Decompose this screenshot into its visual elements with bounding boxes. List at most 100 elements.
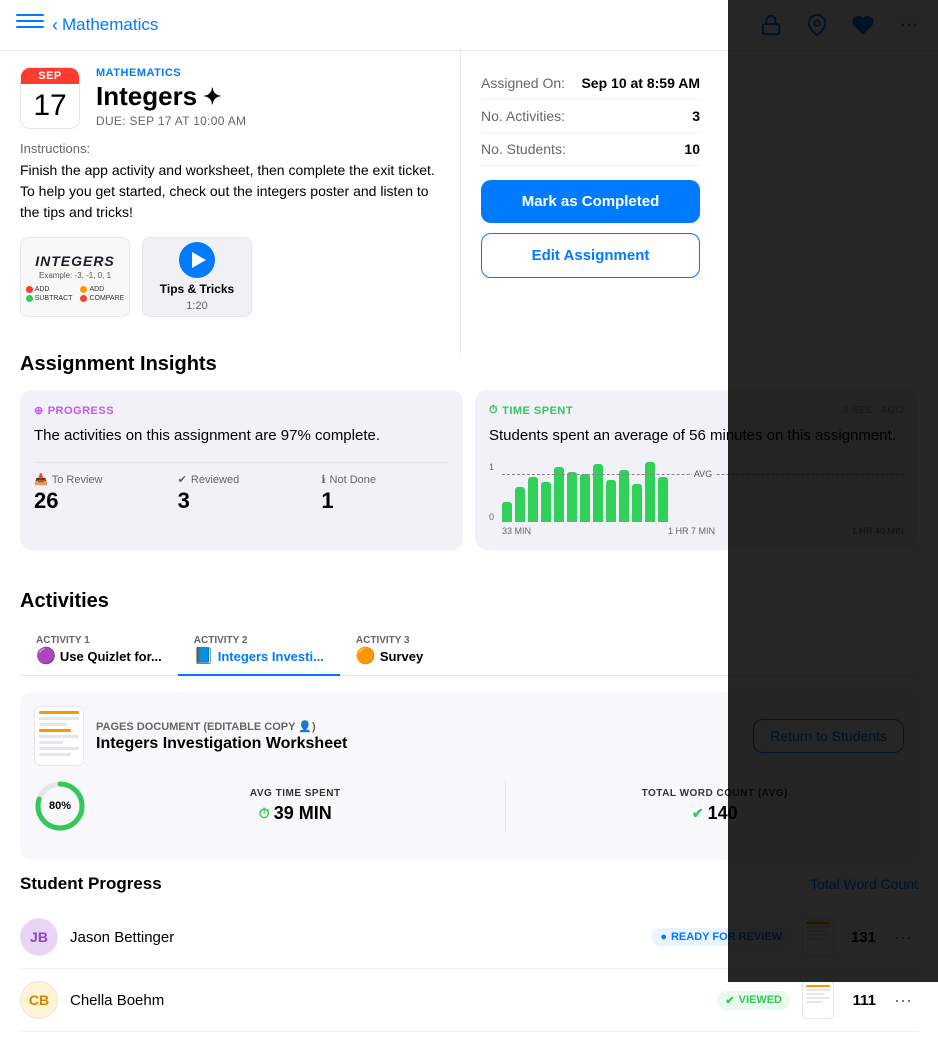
not-done-label: ℹ Not Done [321,473,449,486]
progress-ring: 80% [34,780,86,832]
play-button[interactable] [179,242,215,278]
back-button[interactable]: ‹ Mathematics [52,15,158,36]
chevron-left-icon: ‹ [52,15,58,36]
avg-line: AVG [502,474,904,479]
assignment-header: SEP 17 MATHEMATICS Integers ✦ DUE: SEP 1… [20,67,440,129]
tab1-number: ACTIVITY 1 [36,635,90,646]
avg-time-value: ⏱ 39 MIN [106,803,485,824]
assignment-info: MATHEMATICS Integers ✦ DUE: SEP 17 AT 10… [96,67,440,128]
activity-detail-header: PAGES DOCUMENT (EDITABLE COPY 👤) Integer… [34,706,904,766]
activity-detail-info: PAGES DOCUMENT (EDITABLE COPY 👤) Integer… [96,720,741,753]
activity-type: PAGES DOCUMENT (EDITABLE COPY 👤) [96,720,741,733]
attachments: INTEGERS Example: -3, -1, 0, 1 ADD [20,237,440,317]
bar-4 [541,482,551,522]
attachment-tips-tricks[interactable]: Tips & Tricks 1:20 [142,237,252,317]
heart-icon[interactable] [850,12,876,38]
tab3-name: Survey [380,649,423,664]
bar-8 [593,464,603,522]
checkmark-icon: ✔ [692,805,704,822]
stat-reviewed: ✔ Reviewed 3 [178,473,306,514]
time-card-text: Students spent an average of 56 minutes … [489,425,904,446]
time-card-label: ⏱ TIME SPENT 3 sec. ago [489,404,904,417]
video-duration: 1:20 [186,300,207,312]
pin-icon[interactable] [804,12,830,38]
activity-name: Integers Investigation Worksheet [96,735,741,753]
student-name-1: Jason Bettinger [70,929,640,946]
student-name-2: Chella Boehm [70,992,705,1009]
reviewed-label: ✔ Reviewed [178,473,306,486]
activity-tab-1[interactable]: ACTIVITY 1 🟣 Use Quizlet for... [20,627,178,675]
activity-stats: 80% AVG TIME SPENT ⏱ 39 MIN TOTAL WORD C… [34,780,904,832]
bar-9 [606,480,616,522]
sidebar-toggle[interactable] [16,14,44,36]
student-row-1: JB Jason Bettinger ● READY FOR REVIEW [20,906,918,969]
chart-x-axis: 33 MIN 1 HR 7 MIN 1 HR 40 MIN [502,526,904,536]
lock-icon[interactable] [758,12,784,38]
clock-icon: ⏱ [489,404,498,417]
tab2-name: Integers Investi... [218,649,324,664]
calendar-badge: SEP 17 [20,67,80,129]
progress-card-label: ⊕ PROGRESS [34,404,449,417]
x-label-2: 1 HR 7 MIN [668,526,715,536]
time-card: ⏱ TIME SPENT 3 sec. ago Students spent a… [475,390,918,550]
progress-percent: 80% [49,800,71,812]
right-panel: Assigned On: Sep 10 at 8:59 AM No. Activ… [460,51,720,353]
viewed-dot-icon: ✔ [725,994,734,1007]
doc-mini-2[interactable] [802,981,834,1019]
integers-poster-title: INTEGERS [35,253,115,269]
avatar-jb: JB [20,918,58,956]
reviewed-value: 3 [178,488,306,514]
instructions-text: Finish the app activity and worksheet, t… [20,160,440,223]
attachment-integers-poster[interactable]: INTEGERS Example: -3, -1, 0, 1 ADD [20,237,130,317]
tab2-icon: 📘 [194,646,214,666]
avg-time-stat: AVG TIME SPENT ⏱ 39 MIN [106,788,485,824]
activities-row: No. Activities: 3 [481,100,700,133]
doc-mini-1[interactable] [802,918,834,956]
avg-time-label: AVG TIME SPENT [106,788,485,799]
left-panel: SEP 17 MATHEMATICS Integers ✦ DUE: SEP 1… [0,51,460,353]
word-count-1: 131 [846,929,876,946]
top-bar: ‹ Mathematics [0,0,938,51]
info-icon: ℹ [321,473,325,486]
students-label: No. Students: [481,141,566,157]
assignment-title: Integers ✦ [96,81,440,112]
students-value: 10 [684,141,700,157]
activity-tab-3[interactable]: ACTIVITY 3 🟠 Survey [340,627,460,675]
to-review-label: 📥 To Review [34,473,162,486]
progress-card-text: The activities on this assignment are 97… [34,425,449,446]
activities-value: 3 [692,108,700,124]
tab3-icon: 🟠 [356,646,376,666]
main-content: SEP 17 MATHEMATICS Integers ✦ DUE: SEP 1… [0,51,938,353]
clock-small-icon: ⏱ [259,805,270,822]
instructions-label: Instructions: [20,141,440,156]
time-chart: AVG [502,462,904,522]
progress-icon: ⊕ [34,404,44,417]
activity-tab-2[interactable]: ACTIVITY 2 📘 Integers Investi... [178,627,340,676]
return-to-students-button[interactable]: Return to Students [753,719,904,753]
activities-section: Activities ACTIVITY 1 🟣 Use Quizlet for.… [0,590,938,1052]
action-menu-2[interactable]: ··· [888,988,918,1013]
tab3-number: ACTIVITY 3 [356,635,410,646]
bar-1 [502,502,512,522]
status-badge-2: ✔ VIEWED [717,991,790,1010]
word-count-label: TOTAL WORD COUNT (AVG) [526,788,905,799]
progress-card: ⊕ PROGRESS The activities on this assign… [20,390,463,550]
total-word-count-link[interactable]: Total Word Count [810,876,918,892]
stat-divider [505,781,506,831]
stat-to-review: 📥 To Review 26 [34,473,162,514]
stat-not-done: ℹ Not Done 1 [321,473,449,514]
word-count-stat: TOTAL WORD COUNT (AVG) ✔ 140 [526,788,905,824]
activity-detail: PAGES DOCUMENT (EDITABLE COPY 👤) Integer… [20,692,918,860]
doc-thumbnail [34,706,84,766]
tab2-number: ACTIVITY 2 [194,635,248,646]
calendar-month: SEP [21,68,79,84]
edit-assignment-button[interactable]: Edit Assignment [481,233,700,278]
more-icon[interactable] [896,12,922,38]
mark-complete-button[interactable]: Mark as Completed [481,180,700,223]
tab1-icon: 🟣 [36,646,56,666]
action-menu-1[interactable]: ··· [888,925,918,950]
play-icon [192,252,206,268]
student-progress-title: Student Progress [20,874,162,894]
activity-tabs: ACTIVITY 1 🟣 Use Quizlet for... ACTIVITY… [20,627,918,676]
student-row-2: CB Chella Boehm ✔ VIEWED 111 [20,969,918,1032]
